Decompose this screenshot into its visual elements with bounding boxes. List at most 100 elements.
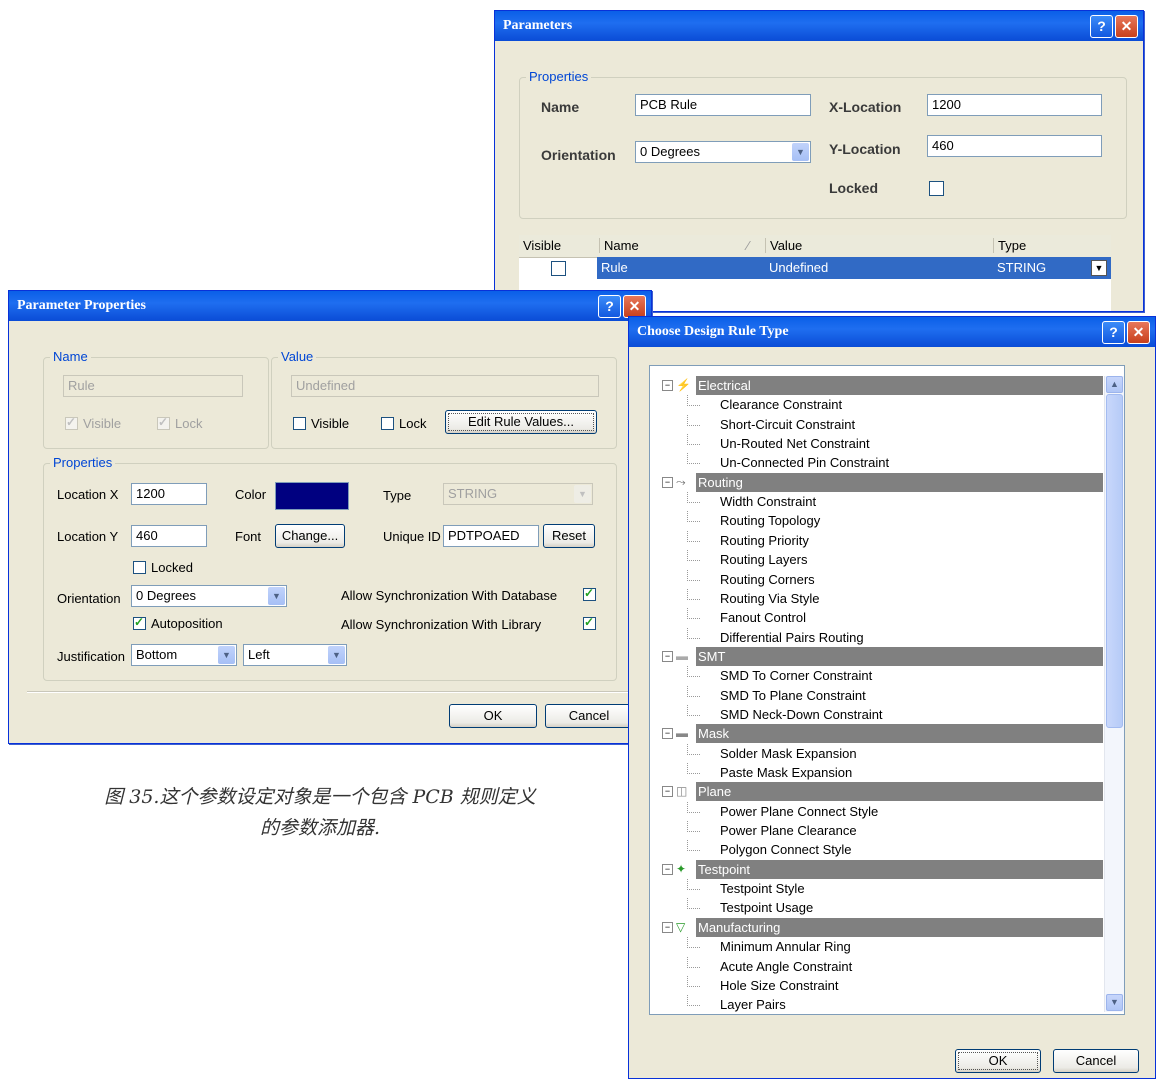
- rule-item-label[interactable]: Polygon Connect Style: [720, 840, 852, 859]
- category-label[interactable]: Plane: [696, 782, 1103, 802]
- collapse-icon[interactable]: −: [662, 650, 673, 662]
- unique-id-field[interactable]: PDTPOAED: [443, 525, 539, 547]
- table-row[interactable]: Rule Undefined STRING ▼: [519, 257, 1111, 279]
- rule-item-label[interactable]: Paste Mask Expansion: [720, 763, 852, 782]
- tree-item-row[interactable]: Differential Pairs Routing: [650, 627, 1103, 647]
- change-font-button[interactable]: Change...: [275, 524, 345, 548]
- parameter-properties-title-bar[interactable]: Parameter Properties ? ✕: [9, 291, 651, 321]
- rule-item-label[interactable]: Acute Angle Constraint: [720, 957, 852, 976]
- rule-item-label[interactable]: Layer Pairs: [720, 995, 786, 1014]
- chevron-down-icon[interactable]: ▼: [268, 587, 285, 605]
- tree-item-row[interactable]: Testpoint Usage: [650, 898, 1103, 917]
- location-y-field[interactable]: 460: [131, 525, 207, 547]
- collapse-icon[interactable]: −: [662, 863, 673, 875]
- orientation-select[interactable]: 0 Degrees ▼: [131, 585, 287, 607]
- tree-item-row[interactable]: Width Constraint: [650, 492, 1103, 511]
- cancel-button[interactable]: Cancel: [545, 704, 633, 728]
- close-button[interactable]: ✕: [1115, 15, 1138, 38]
- rule-item-label[interactable]: Routing Layers: [720, 550, 807, 569]
- help-button[interactable]: ?: [598, 295, 621, 318]
- collapse-icon[interactable]: −: [662, 728, 673, 740]
- value-visible-checkbox[interactable]: [293, 417, 306, 430]
- collapse-icon[interactable]: −: [662, 786, 673, 798]
- chevron-down-icon[interactable]: ▼: [792, 143, 809, 161]
- rule-item-label[interactable]: Power Plane Clearance: [720, 821, 857, 840]
- rule-item-label[interactable]: Differential Pairs Routing: [720, 628, 864, 647]
- ok-button[interactable]: OK: [955, 1049, 1041, 1073]
- tree-item-row[interactable]: Power Plane Clearance: [650, 821, 1103, 840]
- rule-item-label[interactable]: Hole Size Constraint: [720, 976, 839, 995]
- tree-item-row[interactable]: Un-Connected Pin Constraint: [650, 453, 1103, 472]
- value-lock-checkbox[interactable]: [381, 417, 394, 430]
- rule-item-label[interactable]: Un-Connected Pin Constraint: [720, 453, 889, 472]
- rule-item-label[interactable]: Testpoint Usage: [720, 898, 813, 917]
- rule-tree-scrollbar[interactable]: ▲ ▼: [1104, 376, 1124, 1012]
- tree-item-row[interactable]: Fanout Control: [650, 608, 1103, 627]
- y-location-field[interactable]: 460: [927, 135, 1102, 157]
- collapse-icon[interactable]: −: [662, 476, 673, 488]
- row-name[interactable]: Rule: [601, 260, 628, 275]
- rule-item-label[interactable]: SMD To Corner Constraint: [720, 666, 872, 685]
- category-label[interactable]: Routing: [696, 472, 1103, 492]
- tree-item-row[interactable]: Routing Via Style: [650, 588, 1103, 608]
- tree-item-row[interactable]: Paste Mask Expansion: [650, 763, 1103, 782]
- help-button[interactable]: ?: [1090, 15, 1113, 38]
- rule-item-label[interactable]: Routing Corners: [720, 570, 815, 589]
- tree-category-row[interactable]: − ⚡ Electrical: [650, 376, 1103, 395]
- tree-item-row[interactable]: Polygon Connect Style: [650, 840, 1103, 859]
- sync-database-checkbox[interactable]: [583, 586, 596, 601]
- tree-item-row[interactable]: Testpoint Style: [650, 879, 1103, 898]
- tree-category-row[interactable]: − ▬ SMT: [650, 646, 1103, 666]
- category-label[interactable]: Testpoint: [696, 859, 1103, 879]
- rule-item-label[interactable]: Testpoint Style: [720, 879, 805, 898]
- tree-item-row[interactable]: Routing Topology: [650, 511, 1103, 530]
- tree-item-row[interactable]: Short-Circuit Constraint: [650, 414, 1103, 434]
- row-value[interactable]: Undefined: [769, 260, 828, 275]
- collapse-icon[interactable]: −: [662, 380, 673, 391]
- column-header-name[interactable]: Name: [599, 238, 768, 253]
- tree-category-row[interactable]: − ▬ Mask: [650, 724, 1103, 744]
- location-x-field[interactable]: 1200: [131, 483, 207, 505]
- orientation-select[interactable]: 0 Degrees ▼: [635, 141, 811, 163]
- rule-item-label[interactable]: Un-Routed Net Constraint: [720, 434, 870, 453]
- category-label[interactable]: Mask: [696, 724, 1103, 744]
- reset-button[interactable]: Reset: [543, 524, 595, 548]
- tree-item-row[interactable]: Routing Corners: [650, 569, 1103, 589]
- tree-category-row[interactable]: − ▽ Manufacturing: [650, 917, 1103, 937]
- rule-item-label[interactable]: Minimum Annular Ring: [720, 937, 851, 956]
- rule-dialog-title-bar[interactable]: Choose Design Rule Type ? ✕: [629, 317, 1155, 347]
- chevron-down-icon[interactable]: ▼: [1091, 260, 1107, 276]
- justification-vertical-select[interactable]: Bottom ▼: [131, 644, 237, 666]
- close-button[interactable]: ✕: [1127, 321, 1150, 344]
- justification-horizontal-select[interactable]: Left ▼: [243, 644, 347, 666]
- rule-item-label[interactable]: Routing Priority: [720, 531, 809, 550]
- close-button[interactable]: ✕: [623, 295, 646, 318]
- tree-category-row[interactable]: − ✦ Testpoint: [650, 859, 1103, 879]
- x-location-field[interactable]: 1200: [927, 94, 1102, 116]
- tree-item-row[interactable]: SMD Neck-Down Constraint: [650, 704, 1103, 724]
- locked-checkbox[interactable]: [929, 181, 944, 196]
- scroll-up-icon[interactable]: ▲: [1106, 376, 1123, 393]
- rule-item-label[interactable]: Fanout Control: [720, 608, 806, 627]
- chevron-down-icon[interactable]: ▼: [218, 646, 235, 664]
- ok-button[interactable]: OK: [449, 704, 537, 728]
- tree-category-row[interactable]: − ◫ Plane: [650, 782, 1103, 802]
- chevron-down-icon[interactable]: ▼: [328, 646, 345, 664]
- category-label[interactable]: Electrical: [696, 376, 1103, 395]
- tree-item-row[interactable]: SMD To Corner Constraint: [650, 666, 1103, 685]
- rule-item-label[interactable]: Width Constraint: [720, 492, 816, 511]
- tree-item-row[interactable]: Routing Priority: [650, 530, 1103, 550]
- column-header-visible[interactable]: Visible: [523, 238, 561, 253]
- tree-item-row[interactable]: Hole Size Constraint: [650, 975, 1103, 995]
- rule-item-label[interactable]: SMD Neck-Down Constraint: [720, 705, 883, 724]
- collapse-icon[interactable]: −: [662, 921, 673, 933]
- locked-checkbox[interactable]: [133, 561, 146, 574]
- tree-item-row[interactable]: Solder Mask Expansion: [650, 743, 1103, 763]
- rule-item-label[interactable]: Routing Via Style: [720, 589, 820, 608]
- tree-category-row[interactable]: − ⤳ Routing: [650, 472, 1103, 492]
- rule-item-label[interactable]: Routing Topology: [720, 511, 820, 530]
- color-swatch[interactable]: [275, 482, 349, 510]
- category-label[interactable]: SMT: [696, 646, 1103, 666]
- tree-item-row[interactable]: Clearance Constraint: [650, 395, 1103, 414]
- scroll-down-icon[interactable]: ▼: [1106, 994, 1123, 1011]
